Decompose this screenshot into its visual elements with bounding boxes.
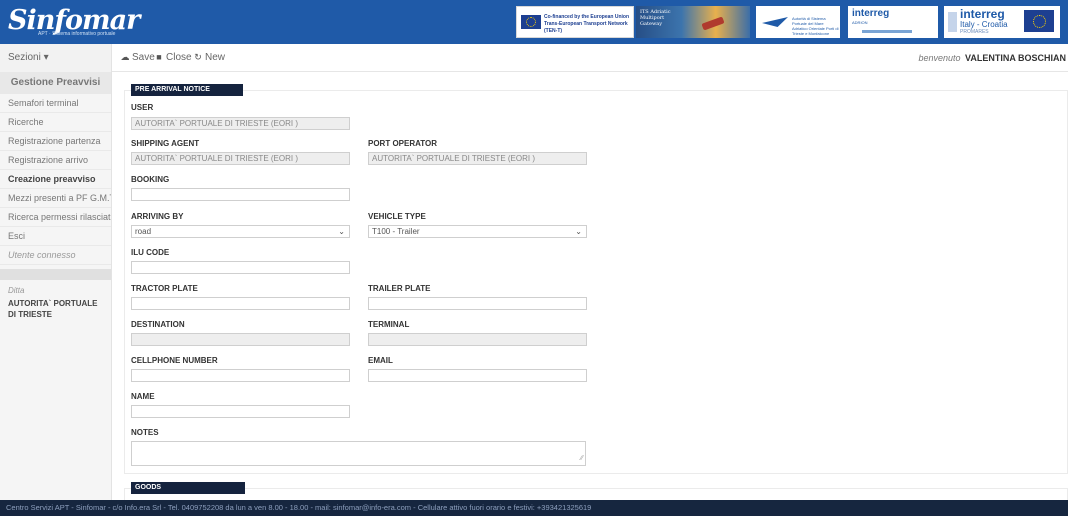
new-button[interactable]: ↻ New — [193, 52, 225, 63]
sidebar-item-registrazione-partenza[interactable]: Registrazione partenza — [0, 132, 111, 151]
vehicle-type-select[interactable]: T100 - Trailer ⌄ — [368, 225, 587, 238]
destination-field[interactable] — [131, 333, 350, 346]
sidebar-item-esci[interactable]: Esci — [0, 227, 111, 246]
ilu-code-label: ILU CODE — [131, 248, 170, 257]
save-icon: ☁ — [120, 52, 130, 62]
welcome-prefix: benvenuto — [918, 53, 961, 63]
utente-connesso-label: Utente connesso — [0, 246, 111, 265]
toolbar: Sezioni ▾ ☁ Save ■ Close ↻ New benvenuto VA… — [0, 44, 1068, 72]
interreg-project: PROMARES — [960, 29, 989, 35]
autorita-banner-text: Autorità di Sistema Portuale del Mare Ad… — [792, 16, 839, 36]
cellphone-input[interactable] — [131, 369, 350, 382]
welcome-text: benvenuto VALENTINA BOSCHIAN — [918, 53, 1066, 63]
save-label: Save — [132, 52, 155, 63]
sidebar-item-semafori-terminal[interactable]: Semafori terminal — [0, 94, 111, 113]
port-operator-field[interactable]: AUTORITA` PORTUALE DI TRIESTE (EORI ) — [368, 152, 587, 165]
vehicle-type-value: T100 - Trailer — [372, 227, 420, 236]
interreg-adrion-banner: interreg ADRION — [848, 6, 938, 38]
destination-label: DESTINATION — [131, 320, 185, 329]
shipping-agent-field[interactable]: AUTORITA` PORTUALE DI TRIESTE (EORI ) — [131, 152, 350, 165]
eu-flag-icon — [521, 15, 541, 29]
sidebar: Gestione Preavvisi Semafori terminal Ric… — [0, 72, 112, 500]
email-label: EMAIL — [368, 356, 393, 365]
ditta-value: AUTORITA` PORTUALE DI TRIESTE — [8, 299, 98, 319]
eu-banner-text: Co-financed by the European Union Trans-… — [544, 14, 630, 34]
footer-text: Centro Servizi APT - Sinfomar - c/o Info… — [6, 503, 592, 512]
booking-label: BOOKING — [131, 175, 170, 184]
resize-handle-icon[interactable]: ∕∕ — [581, 453, 583, 464]
sidebar-item-registrazione-arrivo[interactable]: Registrazione arrivo — [0, 151, 111, 170]
chevron-down-icon: ⌄ — [338, 227, 345, 236]
adrion-sub: ADRION — [852, 20, 868, 25]
save-button[interactable]: ☁ Save — [120, 52, 155, 63]
trailer-plate-label: TRAILER PLATE — [368, 284, 431, 293]
footer: Centro Servizi APT - Sinfomar - c/o Info… — [0, 500, 1068, 516]
email-input[interactable] — [368, 369, 587, 382]
interreg-name: interreg — [960, 7, 1005, 21]
ditta-label: Ditta — [8, 286, 25, 295]
arriving-by-value: road — [135, 227, 152, 236]
vehicle-type-label: VEHICLE TYPE — [368, 212, 426, 221]
sidebar-item-creazione-preavviso[interactable]: Creazione preavviso — [0, 170, 111, 189]
sezioni-dropdown[interactable]: Sezioni ▾ — [0, 44, 112, 72]
tractor-plate-input[interactable] — [131, 297, 350, 310]
notes-textarea[interactable]: ∕∕ — [131, 441, 586, 466]
autorita-wing-icon — [762, 17, 788, 27]
sidebar-title: Gestione Preavvisi — [0, 72, 111, 94]
sidebar-divider — [0, 269, 111, 280]
interreg-mark-icon — [948, 12, 957, 32]
trailer-plate-input[interactable] — [368, 297, 587, 310]
user-field[interactable]: AUTORITA` PORTUALE DI TRIESTE (EORI ) — [131, 117, 350, 130]
trash-icon: ■ — [156, 52, 162, 62]
eu-cofinanced-banner: Co-financed by the European Union Trans-… — [516, 6, 634, 38]
close-button[interactable]: ■ Close — [154, 52, 192, 63]
ilu-code-input[interactable] — [131, 261, 350, 274]
adrion-name: interreg — [852, 8, 890, 19]
arriving-by-select[interactable]: road ⌄ — [131, 225, 350, 238]
eu-flag-icon — [1024, 10, 1054, 32]
its-gateway-banner: ITS Adriatic Multiport Gateway — [636, 6, 750, 38]
welcome-user: VALENTINA BOSCHIAN — [965, 53, 1066, 63]
goods-panel — [124, 488, 1068, 500]
autorita-portuale-banner: Autorità di Sistema Portuale del Mare Ad… — [756, 6, 840, 38]
terminal-label: TERMINAL — [368, 320, 410, 329]
new-label: New — [205, 52, 226, 63]
user-label: USER — [131, 103, 154, 112]
interreg-italy-croatia-banner: interreg Italy - Croatia PROMARES — [944, 6, 1060, 38]
cellphone-label: CELLPHONE NUMBER — [131, 356, 218, 365]
adrion-wave-icon — [862, 30, 912, 33]
notes-label: NOTES — [131, 428, 159, 437]
section-title-goods: GOODS — [131, 482, 245, 494]
app-header: Sinfomar APT · Sistema informativo portu… — [0, 0, 1068, 44]
chevron-down-icon: ⌄ — [575, 227, 582, 236]
new-icon: ↻ — [194, 52, 202, 62]
ship-icon — [701, 16, 725, 31]
booking-input[interactable] — [131, 188, 350, 201]
interreg-sub: Italy - Croatia — [960, 20, 1008, 29]
close-label: Close — [166, 52, 192, 63]
sidebar-item-ricerche[interactable]: Ricerche — [0, 113, 111, 132]
its-banner-text: ITS Adriatic Multiport Gateway — [640, 9, 671, 27]
port-operator-label: PORT OPERATOR — [368, 139, 438, 148]
logo-tagline: APT · Sistema informativo portuale — [38, 31, 116, 37]
shipping-agent-label: SHIPPING AGENT — [131, 139, 200, 148]
sezioni-label: Sezioni ▾ — [8, 52, 49, 63]
sidebar-item-mezzi-presenti[interactable]: Mezzi presenti a PF G.M.T. — [0, 189, 111, 208]
arriving-by-label: ARRIVING BY — [131, 212, 184, 221]
name-label: NAME — [131, 392, 155, 401]
terminal-field[interactable] — [368, 333, 587, 346]
name-input[interactable] — [131, 405, 350, 418]
section-title-pre-arrival: PRE ARRIVAL NOTICE — [131, 84, 243, 96]
tractor-plate-label: TRACTOR PLATE — [131, 284, 198, 293]
sidebar-item-ricerca-permessi[interactable]: Ricerca permessi rilasciati — [0, 208, 111, 227]
sinfomar-logo[interactable]: Sinfomar APT · Sistema informativo portu… — [8, 4, 140, 38]
